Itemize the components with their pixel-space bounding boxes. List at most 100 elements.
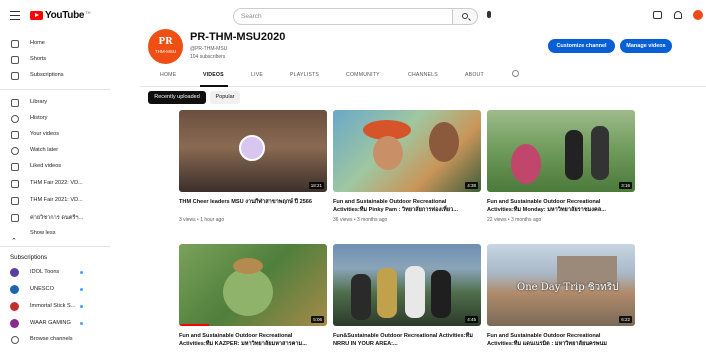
subscriptions-heading: Subscriptions [10,254,48,261]
create-video-icon[interactable] [653,11,662,19]
youtube-logo[interactable]: YouTube TH [30,10,91,21]
sidebar-item-label: Shorts [30,56,47,62]
avatar-subtext: THM-MSU [154,49,177,54]
tab-videos[interactable]: VIDEOS [203,72,224,78]
sidebar-item-label: THM Fair 2022: VD... [30,180,83,186]
thumbnail-person [511,144,541,184]
subscription-item[interactable]: UNESCO [0,283,110,297]
video-title[interactable]: Fun&Sustainable Outdoor Recreational Act… [333,332,481,348]
sidebar-item-subscriptions[interactable]: Subscriptions [0,69,110,83]
sidebar-item-label: Home [30,40,45,46]
sidebar-item-history[interactable]: History [0,112,110,126]
video-title[interactable]: Fun and Sustainable Outdoor Recreational… [333,198,481,214]
chevron-up-icon: ⌃ [11,238,17,245]
video-meta: 3 views • 1 hour ago [179,217,225,223]
sidebar-item-home[interactable]: Home [0,37,110,51]
video-thumbnail[interactable]: One Day Trip ชิวทริป 6:22 [487,244,635,326]
sidebar-item-watch-later[interactable]: Watch later [0,144,110,158]
video-thumbnail[interactable]: 4:45 [333,244,481,326]
youtube-play-icon [30,11,43,20]
tab-about[interactable]: ABOUT [465,72,484,78]
tab-live[interactable]: LIVE [251,72,263,78]
subscription-item[interactable]: IDOL Toons [0,266,110,280]
channel-search-icon[interactable] [512,70,519,77]
watch-later-icon [11,147,19,155]
channel-handle: @PR-THM-MSU [190,46,228,52]
playlist-icon [11,214,19,222]
video-duration: 6:22 [619,316,632,323]
active-tab-indicator [200,85,228,87]
video-thumbnail[interactable]: 4:38 [333,110,481,192]
sidebar-item-label: Immortal Stick S... [30,303,76,309]
sidebar-item-browse-channels[interactable]: Browse channels [0,333,110,347]
channel-avatar [10,319,19,328]
sidebar-item-label: UNESCO [30,286,54,292]
account-avatar[interactable] [693,10,703,20]
subscriptions-icon [11,72,19,80]
sidebar-item-label: Liked videos [30,163,62,169]
tab-home[interactable]: HOME [160,72,176,78]
menu-icon[interactable] [10,11,20,20]
liked-icon [11,163,19,171]
thumbnail-face [429,122,459,162]
video-meta: 22 views • 3 months ago [487,217,542,223]
sidebar-item-liked-videos[interactable]: Liked videos [0,160,110,174]
video-title[interactable]: THM Cheer leaders MSU งานกีฬาสาขาพฤกษ์ ป… [179,198,327,206]
video-duration: 5:06 [311,316,324,323]
top-bar: YouTube TH Search [0,0,706,34]
new-content-dot [80,322,83,325]
notifications-bell-icon[interactable] [674,11,682,19]
sidebar-item-label: Subscriptions [30,72,64,78]
chip-recently-uploaded[interactable]: Recently uploaded [148,91,206,104]
sidebar-item-library[interactable]: Library [0,96,110,110]
subscription-item[interactable]: Immortal Stick S... [0,300,110,314]
watch-progress-bar [179,324,209,326]
video-thumbnail[interactable]: 5:06 [179,244,327,326]
sidebar-item-playlist[interactable]: ค่ายวิชาการ ดนตรีฯ... [0,211,110,225]
tab-channels[interactable]: CHANNELS [408,72,438,78]
sidebar-item-shorts[interactable]: Shorts [0,53,110,67]
video-duration: 4:45 [465,316,478,323]
thumbnail-person [351,274,371,320]
thumbnail-person [431,270,451,318]
video-thumbnail[interactable]: 18:21 [179,110,327,192]
channel-avatar-large[interactable]: PR THM-MSU [148,29,183,64]
sidebar-divider [0,246,110,247]
manage-videos-button[interactable]: Manage videos [620,39,672,53]
sidebar-item-label: THM Fair 2021: VD... [30,197,83,203]
sidebar-item-playlist[interactable]: THM Fair 2021: VD... [0,194,110,208]
video-duration: 4:38 [465,182,478,189]
thumbnail-person [591,126,609,180]
sidebar-item-label: Your videos [30,131,60,137]
video-duration: 3:16 [619,182,632,189]
sidebar-item-playlist[interactable]: THM Fair 2022: VD... [0,177,110,191]
video-meta: 36 views • 3 months ago [333,217,388,223]
thumbnail-person [405,266,425,318]
sidebar-item-label: Browse channels [30,336,73,342]
chip-popular[interactable]: Popular [210,91,240,104]
sidebar-item-label: History [30,115,48,121]
subscriber-count: 104 subscribers [190,54,226,60]
sidebar-item-label: Show less [30,230,56,236]
customize-channel-button[interactable]: Customize channel [548,39,615,53]
microphone-icon[interactable] [487,11,491,18]
search-icon [462,13,468,19]
video-title[interactable]: Fun and Sustainable Outdoor Recreational… [487,198,635,214]
search-button[interactable] [452,8,478,25]
thumbnail-hat [233,258,263,274]
sidebar: Home Shorts Subscriptions Library Histor… [0,34,110,352]
avatar-text: PR [158,37,173,47]
subscription-item[interactable]: WAAR GAMING [0,317,110,331]
thumbnail-emblem [239,135,265,161]
video-title[interactable]: Fun and Sustainable Outdoor Recreational… [487,332,635,348]
playlist-icon [11,197,19,205]
video-title[interactable]: Fun and Sustainable Outdoor Recreational… [179,332,327,348]
sidebar-item-your-videos[interactable]: Your videos [0,128,110,142]
search-input[interactable]: Search [233,8,453,25]
sidebar-item-label: WAAR GAMING [30,320,71,326]
tab-playlists[interactable]: PLAYLISTS [290,72,319,78]
library-icon [11,99,19,107]
video-thumbnail[interactable]: 3:16 [487,110,635,192]
sidebar-item-show-less[interactable]: ⌃ Show less [0,227,110,245]
tab-community[interactable]: COMMUNITY [346,72,380,78]
